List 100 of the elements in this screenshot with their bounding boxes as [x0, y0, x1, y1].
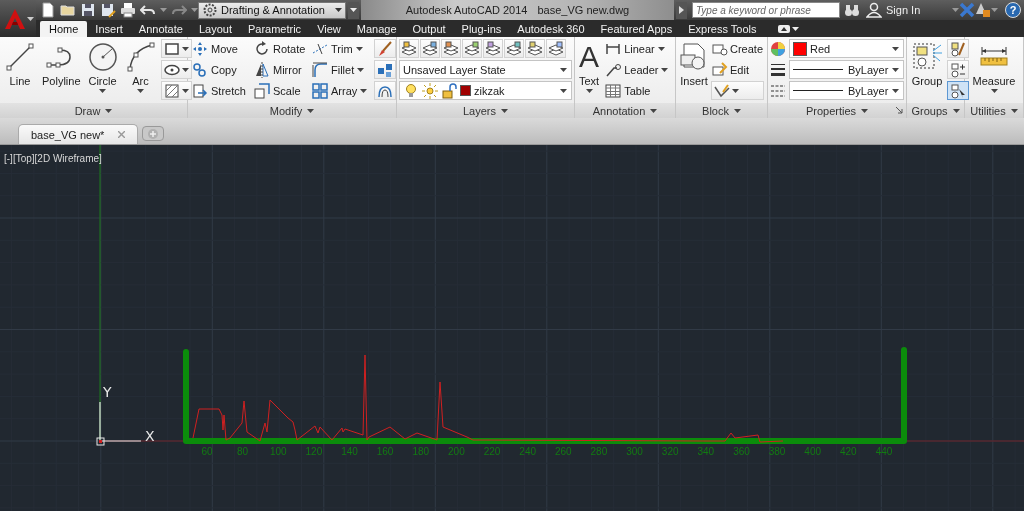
help-button[interactable]: ? [1005, 2, 1021, 18]
explode-icon [377, 61, 393, 78]
group-button[interactable]: Group [909, 39, 945, 101]
group-tool-button[interactable] [947, 39, 969, 58]
panel-title-bar[interactable]: Layers [397, 103, 574, 118]
block-tool-button[interactable]: Create [711, 39, 765, 58]
group-tool-button[interactable] [947, 81, 969, 100]
annotation-tool-button[interactable]: Linear [603, 39, 671, 58]
lineweight-icon [770, 61, 786, 78]
search-button[interactable] [844, 2, 860, 18]
launcher-icon [896, 107, 903, 114]
modify-tool-button[interactable]: Stretch [190, 81, 252, 100]
ribbon-tab[interactable]: Output [404, 21, 454, 37]
linetype-icon [770, 82, 786, 99]
caret-icon [160, 8, 167, 12]
caret-icon [952, 8, 960, 12]
viewport-controls[interactable]: [-][Top][2D Wireframe] [4, 153, 102, 164]
layer-state-dropdown[interactable]: Unsaved Layer State [399, 60, 572, 79]
layer-tool-button[interactable] [525, 39, 545, 58]
modify-tool-button[interactable]: Trim [310, 39, 372, 58]
attribute-button[interactable] [711, 81, 765, 100]
draw-tool-button[interactable]: Circle [84, 39, 121, 101]
hatch-icon [163, 82, 180, 99]
text-tool-button[interactable]: A Text [577, 39, 602, 101]
layer-tool-button[interactable] [462, 39, 482, 58]
ribbon-tab[interactable]: Plug-ins [453, 21, 510, 37]
app-store-button[interactable] [975, 2, 992, 18]
linetype-dropdown[interactable]: ByLayer [789, 81, 904, 100]
plot-button[interactable] [120, 2, 136, 18]
ribbon-tab[interactable]: Parametric [239, 21, 310, 37]
modify-tool-button[interactable]: Fillet [310, 60, 372, 79]
fillet-icon [312, 61, 328, 78]
lineweight-dropdown[interactable]: ByLayer [789, 60, 904, 79]
open-button[interactable] [60, 2, 76, 18]
save-button[interactable] [80, 2, 96, 18]
layer-stack-icon [422, 40, 438, 57]
panel-title-bar[interactable]: Draw [0, 103, 187, 118]
sign-in-button[interactable]: Sign In [860, 2, 927, 18]
layer-stack-icon [401, 40, 417, 57]
draw-tool-button[interactable]: Arc [122, 39, 159, 101]
ribbon-tab[interactable]: Annotate [130, 21, 191, 37]
document-tab[interactable]: base_VG new* [18, 124, 139, 144]
measure-button[interactable]: Measure [967, 39, 1021, 101]
ribbon-tab[interactable]: Home [40, 21, 88, 37]
line-sample [793, 69, 843, 70]
expand-search-button[interactable] [676, 1, 687, 19]
group-tool-button[interactable] [947, 60, 969, 79]
panel-title-bar[interactable]: Modify [188, 103, 396, 118]
ellipse-tool-button[interactable] [160, 60, 192, 79]
scale-label: 300 [626, 446, 643, 457]
panel-title-bar[interactable]: Properties [768, 103, 906, 118]
ribbon-tab[interactable]: Featured Apps [592, 21, 681, 37]
layer-tool-button[interactable] [441, 39, 461, 58]
annotation-tool-button[interactable]: Table [603, 81, 671, 100]
draw-tool-button[interactable]: Line [2, 39, 38, 101]
panel-title-bar[interactable]: Groups [907, 103, 964, 118]
explode-button[interactable] [374, 60, 396, 79]
offset-button[interactable] [374, 81, 396, 100]
modify-tool-button[interactable]: Array [310, 81, 372, 100]
panel-title-bar[interactable]: Utilities [965, 103, 1023, 118]
ribbon-tab[interactable]: Manage [348, 21, 405, 37]
new-file-button[interactable] [40, 2, 56, 18]
layer-stack-icon [464, 40, 480, 57]
erase-button[interactable] [374, 39, 396, 58]
panel-title-bar[interactable]: Block [676, 103, 767, 118]
color-dropdown[interactable]: Red [789, 39, 904, 58]
layer-tool-button[interactable] [420, 39, 440, 58]
modify-tool-button[interactable]: Mirror [252, 60, 310, 79]
save-as-button[interactable] [100, 2, 116, 18]
ribbon-tab[interactable]: Layout [190, 21, 240, 37]
panel-title-bar[interactable]: Annotation [575, 103, 675, 118]
customize-button[interactable] [348, 1, 359, 19]
settings-icon [202, 2, 218, 18]
layer-dropdown[interactable]: zikzak [399, 81, 572, 100]
layer-tool-button[interactable] [546, 39, 566, 58]
ribbon-tab[interactable]: Autodesk 360 [509, 21, 593, 37]
modify-tool-button[interactable]: Scale [252, 81, 310, 100]
insert-button[interactable]: Insert [677, 39, 711, 101]
caret-icon [501, 108, 508, 113]
modify-tool-button[interactable]: Copy [190, 60, 252, 79]
search-field[interactable]: Type a keyword or phrase [692, 2, 840, 18]
user-icon [866, 2, 882, 18]
block-tool-button[interactable]: Edit [711, 60, 765, 79]
rectangle-tool-button[interactable] [160, 39, 192, 58]
layer-tool-button[interactable] [504, 39, 524, 58]
annotation-tool-button[interactable]: Leader [603, 60, 671, 79]
brush-icon [377, 40, 393, 57]
hatch-tool-button[interactable] [160, 81, 192, 100]
modify-tool-button[interactable]: Move [190, 39, 252, 58]
ribbon-tab[interactable]: Express Tools [680, 21, 765, 37]
workspace-dropdown[interactable]: Drafting & Annotation [198, 1, 346, 19]
caret-icon [892, 88, 899, 93]
ribbon-tab[interactable]: View [309, 21, 349, 37]
layer-tool-button[interactable] [399, 39, 419, 58]
ribbon-tab[interactable]: Insert [87, 21, 131, 37]
line-icon [4, 41, 36, 73]
draw-tool-button[interactable]: Polyline [40, 39, 83, 101]
layer-tool-button[interactable] [483, 39, 503, 58]
modify-tool-button[interactable]: Rotate [252, 39, 310, 58]
binoculars-icon [844, 2, 860, 18]
